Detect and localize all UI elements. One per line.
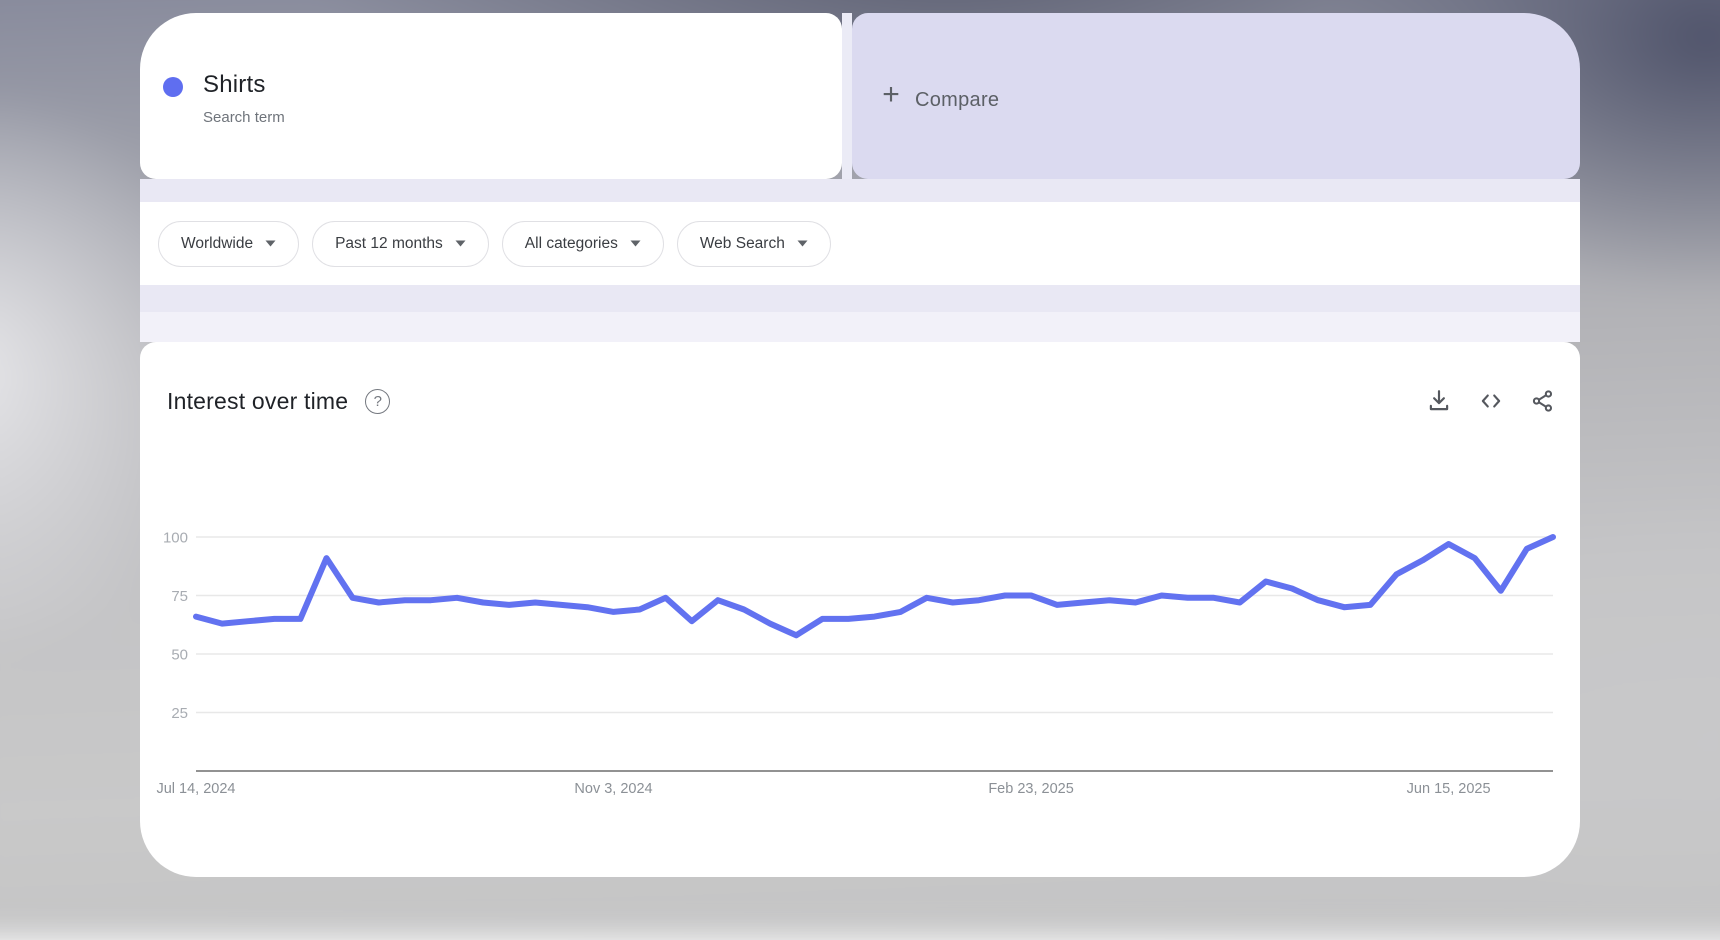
compare-label: Compare [915, 89, 999, 112]
term-name: Shirts [203, 71, 266, 99]
chevron-down-icon [455, 240, 466, 247]
filter-search-type[interactable]: Web Search [677, 221, 831, 267]
term-color-dot-icon [163, 77, 183, 97]
x-axis-tick-label: Jun 15, 2025 [1407, 781, 1491, 797]
trend-line-series [196, 537, 1553, 635]
filter-bar: Worldwide Past 12 months All categories … [140, 202, 1580, 285]
search-terms-row: Shirts Search term + Compare [140, 13, 1580, 179]
chevron-down-icon [630, 240, 641, 247]
plus-icon: + [876, 81, 906, 111]
filter-category-label: All categories [525, 235, 618, 253]
page-background-strip-light [140, 312, 1580, 342]
filter-category[interactable]: All categories [502, 221, 664, 267]
filter-region[interactable]: Worldwide [158, 221, 299, 267]
x-axis-tick-label: Nov 3, 2024 [574, 781, 652, 797]
term-type-label: Search term [203, 109, 285, 126]
trends-explore-page: Shirts Search term + Compare Worldwide P… [140, 13, 1580, 877]
search-term-card[interactable]: Shirts Search term [140, 13, 842, 179]
interest-over-time-chart[interactable]: 25 50 75 100 Jul 14, 2024 Nov 3, 2024 Feb 23, … [140, 342, 1580, 877]
compare-add-card[interactable]: + Compare [852, 13, 1580, 179]
y-axis-tick-label: 100 [163, 530, 188, 547]
filter-time-range[interactable]: Past 12 months [312, 221, 489, 267]
x-axis-tick-label: Jul 14, 2024 [156, 781, 235, 797]
page-background-strip [140, 179, 1580, 202]
filter-region-label: Worldwide [181, 235, 253, 253]
page-background-strip [140, 285, 1580, 312]
filter-search-type-label: Web Search [700, 235, 785, 253]
interest-over-time-card: Interest over time ? 255075100Jul 14, 20… [140, 342, 1580, 877]
y-axis-tick-label: 75 [171, 588, 188, 605]
chevron-down-icon [265, 240, 276, 247]
chevron-down-icon [797, 240, 808, 247]
y-axis-tick-label: 25 [171, 705, 188, 722]
x-axis-tick-label: Feb 23, 2025 [988, 781, 1073, 797]
filter-time-range-label: Past 12 months [335, 235, 443, 253]
cards-gap [842, 13, 852, 179]
y-axis-tick-label: 50 [171, 647, 188, 664]
